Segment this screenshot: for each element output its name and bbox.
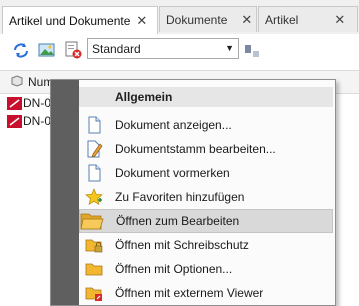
open-folder-icon: [80, 213, 104, 230]
menu-item-dokument-vormerken[interactable]: Dokument vormerken: [79, 161, 333, 185]
document-type-icon: [7, 96, 22, 110]
menu-gutter: [51, 80, 79, 305]
tab-artikel[interactable]: Artikel ✕: [258, 6, 358, 32]
view-select-value: Standard: [92, 41, 141, 56]
document-edit-icon: [87, 140, 103, 158]
tab-dokumente[interactable]: Dokumente ✕: [159, 6, 257, 32]
document-number: DN-0: [23, 114, 52, 128]
folder-icon: [85, 263, 103, 276]
menu-item-label: Dokument anzeigen...: [115, 118, 232, 132]
tab-artikel-und-dokumente[interactable]: Artikel und Dokumente ✕: [2, 6, 158, 34]
close-icon[interactable]: ✕: [241, 12, 252, 28]
column-icon: [11, 75, 23, 87]
menu-item-label: Öffnen mit Optionen...: [115, 262, 233, 276]
view-select[interactable]: Standard ▼: [87, 38, 239, 59]
view-settings-icon[interactable]: [244, 41, 260, 59]
menu-item-oeffnen-mit-schreibschutz[interactable]: Öffnen mit Schreibschutz: [79, 233, 333, 257]
folder-lock-icon: [85, 239, 103, 253]
document-icon: [88, 116, 101, 134]
tab-label: Artikel: [265, 12, 299, 27]
menu-item-oeffnen-zum-bearbeiten[interactable]: Öffnen zum Bearbeiten: [79, 209, 333, 233]
refresh-icon[interactable]: [12, 41, 30, 59]
tab-strip: Artikel und Dokumente ✕ Dokumente ✕ Arti…: [0, 0, 359, 34]
menu-item-oeffnen-mit-externem-viewer[interactable]: Öffnen mit externem Viewer: [79, 281, 333, 305]
delete-document-icon[interactable]: [64, 41, 82, 59]
folder-external-icon: [85, 287, 102, 301]
image-view-icon[interactable]: [38, 41, 56, 59]
chevron-down-icon[interactable]: ▼: [225, 43, 234, 53]
menu-item-dokument-anzeigen[interactable]: Dokument anzeigen...: [79, 113, 333, 137]
close-icon[interactable]: ✕: [334, 12, 345, 28]
menu-item-label: Dokument vormerken: [115, 166, 230, 180]
menu-item-label: Öffnen zum Bearbeiten: [116, 214, 240, 228]
menu-item-label: Zu Favoriten hinzufügen: [115, 190, 245, 204]
context-menu: Allgemein Dokument anzeigen... Dokuments…: [50, 79, 336, 306]
menu-item-dokumentstamm-bearbeiten[interactable]: Dokumentstamm bearbeiten...: [79, 137, 333, 161]
menu-item-oeffnen-mit-optionen[interactable]: Öffnen mit Optionen...: [79, 257, 333, 281]
close-icon[interactable]: ✕: [136, 13, 147, 29]
document-number: DN-0: [23, 96, 52, 110]
tab-label: Dokumente: [166, 12, 228, 27]
favorite-star-icon: [85, 188, 103, 206]
menu-section-header: Allgemein: [79, 87, 333, 107]
menu-item-zu-favoriten[interactable]: Zu Favoriten hinzufügen: [79, 185, 333, 209]
menu-item-label: Öffnen mit externem Viewer: [115, 286, 264, 300]
menu-item-label: Öffnen mit Schreibschutz: [115, 238, 249, 252]
document-type-icon: [7, 114, 22, 128]
tab-label: Artikel und Dokumente: [9, 13, 131, 28]
menu-item-label: Dokumentstamm bearbeiten...: [115, 142, 276, 156]
document-mark-icon: [88, 164, 101, 182]
